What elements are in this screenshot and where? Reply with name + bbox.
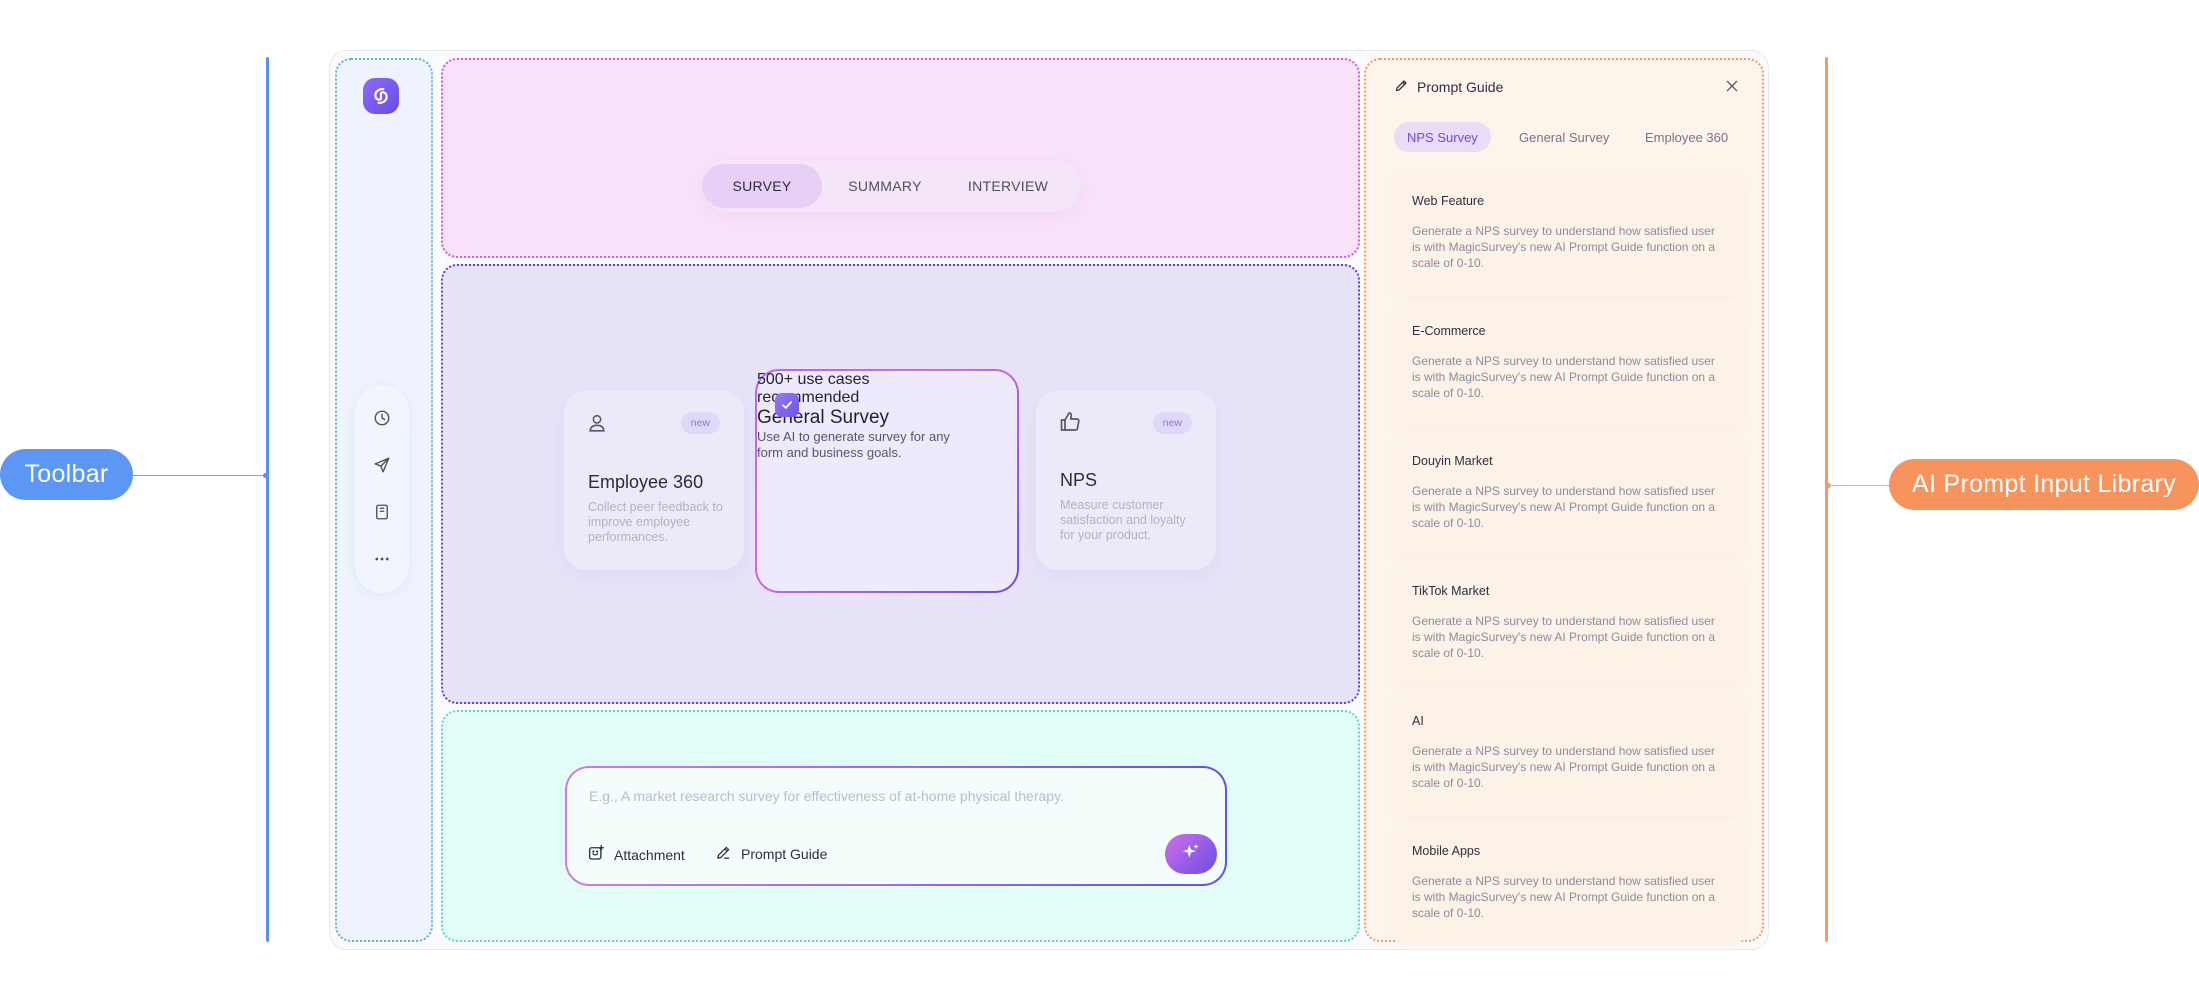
mode-cards-region: new Employee 360 Collect peer feedback t… [441,264,1360,704]
prompt-guide-label: Prompt Guide [741,846,828,862]
prompt-guide-button[interactable]: Prompt Guide [715,844,827,864]
toolbar-annotation-line [266,57,269,942]
card-title: NPS [1060,470,1098,490]
mode-tabs: SURVEY SUMMARY INTERVIEW [702,160,1081,212]
attachment-icon [587,844,605,865]
guide-title: Prompt Guide [1417,79,1504,95]
use-cases-badge: 500+ use cases [757,371,870,388]
prompt-input-body: E.g., A market research survey for effec… [567,768,1225,884]
tab-interview[interactable]: INTERVIEW [948,164,1068,208]
prompt-guide-panel: Prompt Guide NPS Survey General Survey E… [1364,58,1764,946]
prompt-input[interactable]: E.g., A market research survey for effec… [589,788,1064,804]
library-annotation-line [1825,57,1828,942]
library-annotation-connector [1828,485,1890,486]
list-item[interactable]: TikTok Market Generate a NPS survey to u… [1394,568,1744,686]
prompt-description: Generate a NPS survey to understand how … [1412,354,1716,400]
sidebar-toolbar [335,58,433,942]
prompt-description: Generate a NPS survey to understand how … [1412,874,1716,920]
prompt-input-box: E.g., A market research survey for effec… [565,766,1227,886]
mode-tabs-region: SURVEY SUMMARY INTERVIEW [441,58,1360,258]
card-description: Measure customer satisfaction and loyalt… [1060,498,1186,542]
more-icon [373,550,391,573]
prompt-title: Douyin Market [1412,454,1493,468]
prompt-description: Generate a NPS survey to understand how … [1412,614,1716,660]
general-survey-card[interactable]: 500+ use cases recommended General Surve… [755,369,1019,593]
employee-360-card[interactable]: new Employee 360 Collect peer feedback t… [564,390,744,570]
pen-icon [1394,78,1409,96]
prompt-title: AI [1412,714,1424,728]
generate-button[interactable] [1165,834,1217,874]
check-icon [775,393,799,417]
toolbar-annotation-dot [263,473,268,478]
prompt-title: Mobile Apps [1412,844,1481,858]
send-button[interactable] [367,452,397,482]
prompt-title: E-Commerce [1412,324,1486,338]
tab-nps-survey[interactable]: NPS Survey [1394,122,1491,152]
toolbar-annotation-label: Toolbar [0,449,133,500]
attachment-label: Attachment [614,846,685,863]
more-button[interactable] [367,546,397,576]
history-button[interactable] [367,405,397,435]
pen-icon [715,844,732,864]
guide-tabs: NPS Survey General Survey Employee 360 [1394,122,1764,152]
thumbs-up-icon [1058,410,1082,439]
list-item[interactable]: AI Generate a NPS survey to understand h… [1394,698,1744,816]
sparkle-icon [1181,842,1201,867]
tab-employee-360[interactable]: Employee 360 [1632,122,1741,152]
close-icon [1725,79,1739,98]
toolbar-button-group [355,385,409,593]
list-item[interactable]: Mobile Apps Generate a NPS survey to und… [1394,828,1744,946]
prompt-input-region: E.g., A market research survey for effec… [441,710,1360,942]
attachment-button[interactable]: Attachment [587,844,685,865]
brand-logo-icon[interactable] [363,78,399,114]
general-survey-card-body: 500+ use cases recommended General Surve… [757,371,1017,591]
prompt-description: Generate a NPS survey to understand how … [1412,484,1716,530]
send-icon [373,456,391,479]
prompt-description: Generate a NPS survey to understand how … [1412,224,1716,270]
prompt-title: TikTok Market [1412,584,1490,598]
prompt-description: Generate a NPS survey to understand how … [1412,744,1716,790]
guide-header: Prompt Guide [1394,78,1503,96]
new-badge: new [680,412,720,434]
toolbar-annotation-connector [132,475,266,476]
list-item[interactable]: E-Commerce Generate a NPS survey to unde… [1394,308,1744,426]
list-item[interactable]: Web Feature Generate a NPS survey to und… [1394,178,1744,296]
card-title: Employee 360 [588,472,704,492]
notebook-icon [373,503,391,526]
library-annotation-label: AI Prompt Input Library [1889,459,2199,510]
list-item[interactable]: Douyin Market Generate a NPS survey to u… [1394,438,1744,556]
notebook-button[interactable] [367,499,397,529]
user-icon [586,412,608,439]
clock-icon [373,409,391,432]
tab-summary[interactable]: SUMMARY [826,164,944,208]
close-button[interactable] [1722,78,1742,98]
nps-card[interactable]: new NPS Measure customer satisfaction an… [1036,390,1216,570]
prompt-title: Web Feature [1412,194,1485,208]
tab-general-survey[interactable]: General Survey [1506,122,1622,152]
new-badge: new [1152,412,1192,434]
tab-survey[interactable]: SURVEY [702,164,822,208]
card-description: Collect peer feedback to improve employe… [588,500,723,544]
card-description: Use AI to generate survey for any form a… [757,429,950,460]
app-window: SURVEY SUMMARY INTERVIEW new Employee 36… [329,50,1769,950]
